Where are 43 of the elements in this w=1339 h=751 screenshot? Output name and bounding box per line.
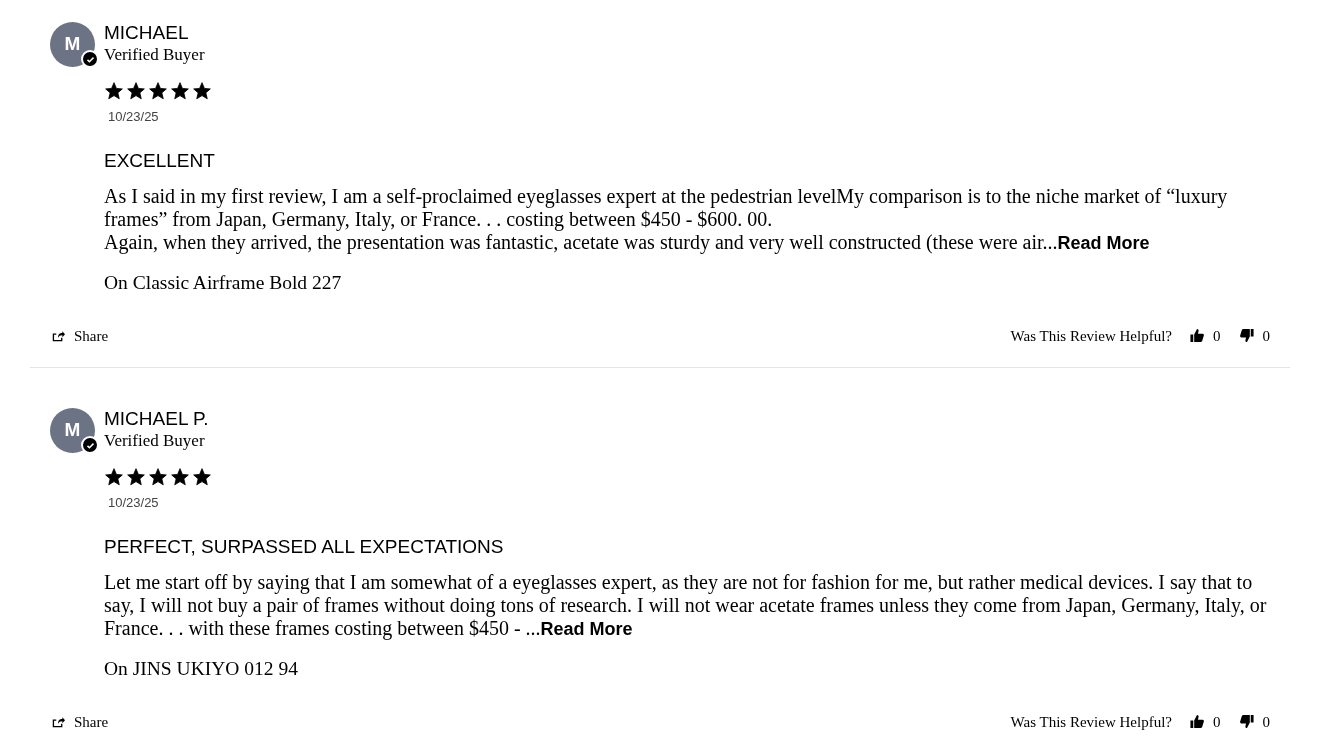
thumbs-down-button[interactable]: 0 xyxy=(1238,710,1270,733)
star-icon xyxy=(170,467,190,487)
review-title: EXCELLENT xyxy=(104,148,215,173)
verified-buyer-label: Verified Buyer xyxy=(104,45,205,65)
verified-check-icon xyxy=(81,50,99,68)
star-icon xyxy=(126,467,146,487)
star-icon xyxy=(148,81,168,101)
avatar: M xyxy=(50,22,95,67)
thumbs-up-button[interactable]: 0 xyxy=(1189,324,1221,347)
star-icon xyxy=(170,81,190,101)
review-date: 10/23/25 xyxy=(108,494,159,512)
product-name: On Classic Airframe Bold 227 xyxy=(104,270,342,295)
review-text: As I said in my first review, I am a self-proclaimed eyeglasses expert at the pedestrian levelMy comparison is to the niche market of “luxury frames” from Japan, Germany, Italy, or France. . . costing between $450 - $600. 00. xyxy=(104,184,1229,231)
helpful-question: Was This Review Helpful? xyxy=(1010,326,1172,346)
reviewer-name: MICHAEL xyxy=(104,21,190,45)
product-name: On JINS UKIYO 012 94 xyxy=(104,656,298,681)
reviewer-name: MICHAEL P. xyxy=(104,407,209,431)
verified-buyer-label: Verified Buyer xyxy=(104,431,206,451)
read-more-link[interactable]: Read More xyxy=(1057,232,1150,253)
review-date: 10/23/25 xyxy=(108,108,159,126)
thumbs-down-button[interactable]: 0 xyxy=(1238,324,1270,347)
share-button[interactable]: Share xyxy=(50,710,109,733)
avatar: M xyxy=(50,408,95,453)
review-text: Again, when they arrived, the presentation was fantastic, acetate was sturdy and very well constructed (these were air...Read More xyxy=(104,230,1151,255)
thumbs-up-button[interactable]: 0 xyxy=(1189,710,1221,733)
share-icon xyxy=(50,714,66,729)
review-title: PERFECT, SURPASSED ALL EXPECTATIONS xyxy=(104,534,504,559)
verified-check-icon xyxy=(81,436,99,454)
read-more-link[interactable]: Read More xyxy=(540,618,633,639)
star-icon xyxy=(126,81,146,101)
star-icon xyxy=(104,467,124,487)
thumbs-down-icon xyxy=(1238,714,1255,730)
thumbs-down-icon xyxy=(1238,328,1255,344)
star-icon xyxy=(192,81,212,101)
review-text: Let me start off by saying that I am somewhat of a eyeglasses expert, as they are not for fashion for me, but rather medical devices. I say that to say, I will not buy a pair of frames without doing tons of research. I will not wear acetate frames unless they come from Japan, Germany, Italy, or France. . . with these frames costing between $450 - ...Read More xyxy=(104,570,1268,641)
share-button[interactable]: Share xyxy=(50,324,109,347)
star-icon xyxy=(192,467,212,487)
thumbs-up-icon xyxy=(1189,714,1205,730)
share-icon xyxy=(50,328,66,343)
star-icon xyxy=(148,467,168,487)
star-icon xyxy=(104,81,124,101)
helpful-question: Was This Review Helpful? xyxy=(1010,712,1172,732)
thumbs-up-icon xyxy=(1189,328,1205,344)
